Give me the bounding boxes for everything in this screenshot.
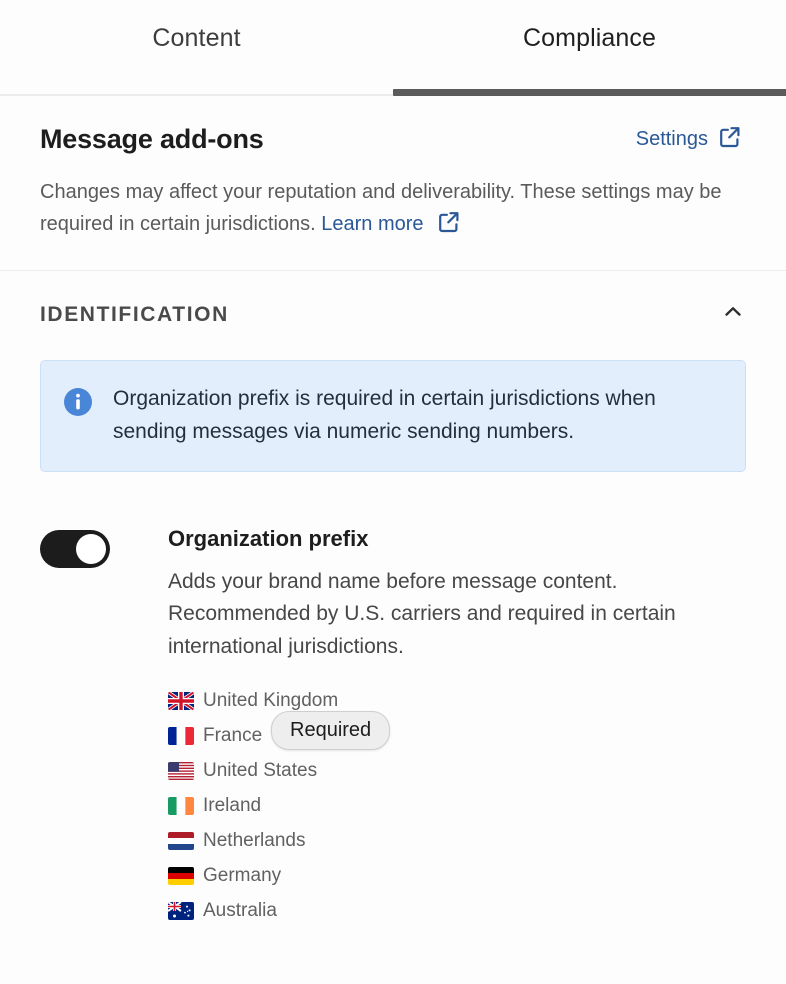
list-item: Australia xyxy=(168,893,746,928)
tab-bar: Content Compliance xyxy=(0,0,786,96)
list-item: France xyxy=(168,718,746,753)
list-item: United Kingdom xyxy=(168,683,746,718)
list-item: United States xyxy=(168,753,746,788)
list-item: Germany xyxy=(168,858,746,893)
page-title: Message add-ons xyxy=(40,124,264,154)
list-item: Netherlands xyxy=(168,823,746,858)
organization-prefix-toggle[interactable] xyxy=(40,530,110,569)
setting-label: Organization prefix xyxy=(168,526,369,552)
tab-compliance-label: Compliance xyxy=(522,24,656,52)
flag-de-icon xyxy=(168,866,194,885)
country-name: United Kingdom xyxy=(203,689,339,711)
header-row: Message add-ons Settings xyxy=(40,124,746,155)
toggle-cell xyxy=(40,526,168,928)
chevron-up-icon[interactable] xyxy=(720,299,746,330)
country-name: United States xyxy=(203,759,318,781)
identification-section-title: IDENTIFICATION xyxy=(40,302,229,326)
settings-link-label: Settings xyxy=(635,128,708,150)
info-banner: Organization prefix is required in certa… xyxy=(40,360,746,473)
tab-content[interactable]: Content xyxy=(0,0,393,94)
organization-prefix-setting: Organization prefix Adds your brand name… xyxy=(0,472,786,928)
country-name: Australia xyxy=(203,899,277,921)
toggle-knob xyxy=(76,534,106,565)
tab-compliance[interactable]: Compliance xyxy=(393,0,786,96)
flag-gb-icon xyxy=(168,691,194,710)
country-name: Germany xyxy=(203,864,282,886)
external-link-icon xyxy=(437,210,461,245)
message-addons-header: Message add-ons Settings Changes may aff… xyxy=(0,96,786,272)
setting-body: Organization prefix Adds your brand name… xyxy=(168,526,746,928)
required-tooltip-badge: Required xyxy=(271,711,391,751)
header-description: Changes may affect your reputation and d… xyxy=(40,177,746,244)
country-name: Ireland xyxy=(203,794,262,816)
settings-link[interactable]: Settings xyxy=(636,125,746,155)
flag-us-icon xyxy=(168,761,194,780)
info-circle-icon xyxy=(63,387,93,422)
country-name: France xyxy=(203,724,263,746)
flag-au-icon xyxy=(168,901,194,920)
country-list: United Kingdom France United States Irel… xyxy=(168,683,746,928)
info-banner-text: Organization prefix is required in certa… xyxy=(113,387,656,444)
tab-content-label: Content xyxy=(152,24,241,52)
learn-more-link[interactable]: Learn more xyxy=(321,213,423,235)
flag-nl-icon xyxy=(168,831,194,850)
setting-description: Adds your brand name before message cont… xyxy=(168,570,676,658)
identification-section-header[interactable]: IDENTIFICATION xyxy=(0,271,786,355)
flag-fr-icon xyxy=(168,726,194,745)
list-item: Ireland xyxy=(168,788,746,823)
external-link-icon xyxy=(718,125,742,155)
flag-ie-icon xyxy=(168,796,194,815)
compliance-settings-page: Content Compliance Message add-ons Setti… xyxy=(0,0,786,984)
country-name: Netherlands xyxy=(203,829,306,851)
